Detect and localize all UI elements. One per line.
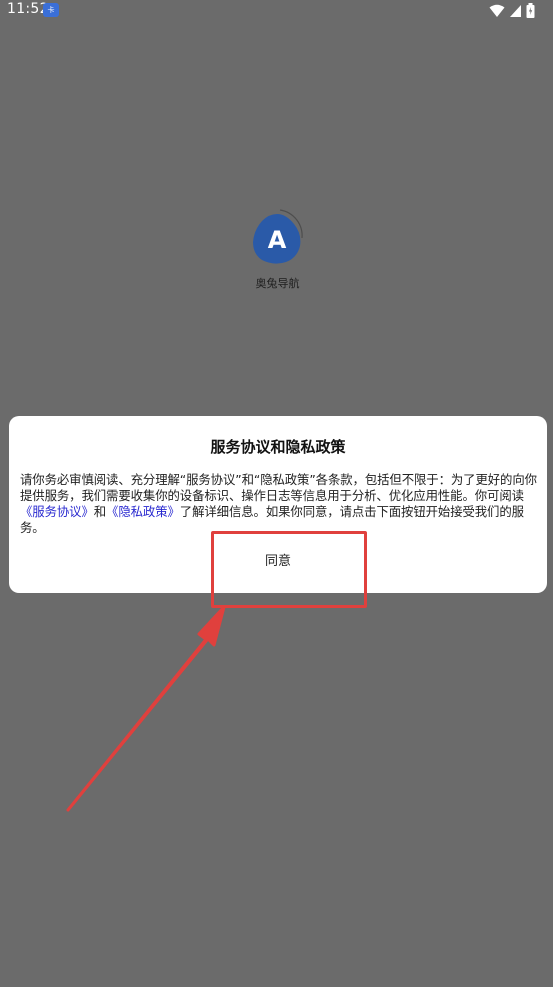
dialog-body: 请你务必审慎阅读、充分理解“服务协议”和“隐私政策”各条款，包括但不限于：为了更… bbox=[20, 472, 540, 536]
wifi-icon bbox=[489, 4, 505, 17]
signal-icon bbox=[510, 4, 521, 17]
app-logo-icon: A bbox=[250, 208, 306, 268]
agree-button[interactable]: 同意 bbox=[213, 532, 343, 592]
status-icons bbox=[489, 3, 535, 18]
body-text-and: 和 bbox=[93, 504, 107, 519]
privacy-policy-link[interactable]: 《隐私政策》 bbox=[106, 504, 180, 519]
battery-icon bbox=[526, 3, 535, 18]
body-text-1: 请你务必审慎阅读、充分理解“服务协议”和“隐私政策”各条款，包括但不限于：为了更… bbox=[20, 472, 537, 503]
notification-icon: 卡 bbox=[43, 3, 59, 17]
app-name: 奥兔导航 bbox=[255, 277, 300, 290]
dialog-title: 服务协议和隐私政策 bbox=[210, 438, 346, 456]
service-agreement-link[interactable]: 《服务协议》 bbox=[20, 504, 94, 519]
app-logo-letter: A bbox=[268, 226, 287, 254]
status-bar: 11:52 卡 bbox=[0, 0, 553, 22]
